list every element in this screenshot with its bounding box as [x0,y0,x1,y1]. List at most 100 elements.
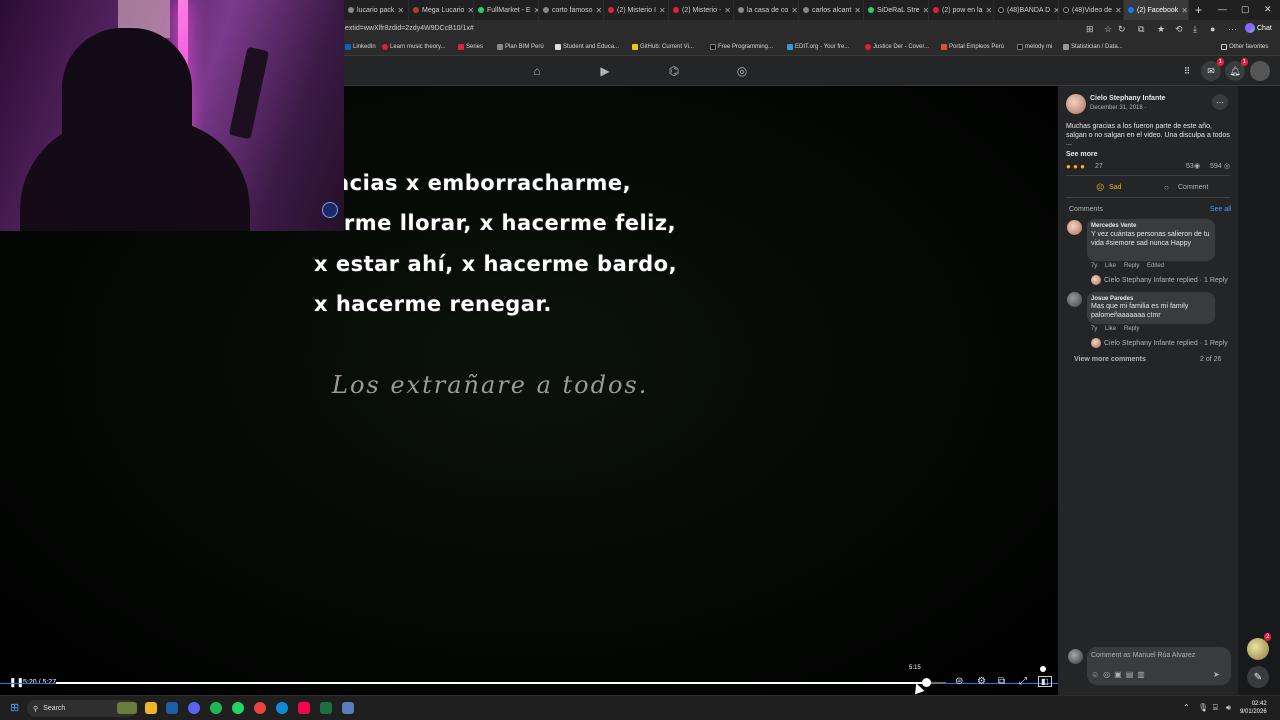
close-icon[interactable]: ✕ [659,6,666,15]
network-icon[interactable]: ⌸ [1213,703,1218,713]
profile-avatar-icon[interactable]: ● [1210,24,1215,34]
url-field[interactable]: extid=wwXlfr8zdid=2zdy4W9DCcB10/1x# [345,25,474,32]
volume-slider-knob[interactable] [1040,666,1046,672]
marketplace-icon[interactable]: ⌬ [667,64,681,78]
browser-tab[interactable]: SiDeRaL Stre ✕ [864,0,929,20]
windows-start-icon[interactable]: ⊞ [10,701,19,714]
terminal-icon[interactable] [166,702,178,714]
new-tab-icon[interactable]: + [1195,3,1202,17]
browser-tab[interactable]: la casa de co ✕ [734,0,799,20]
browser-tab[interactable]: (2) Misterio - ✕ [669,0,734,20]
discord-icon[interactable] [188,702,200,714]
bookmark-item[interactable]: GitHub: Current Vi... [632,44,694,50]
browser-tab-active[interactable]: (2) Facebook ✕ [1124,0,1189,20]
captions-icon[interactable]: ⊜ [955,676,963,687]
browser-tab[interactable]: (2) pow en la ✕ [929,0,994,20]
download-icon[interactable]: ⤓ [1193,24,1197,35]
comment-like-button[interactable]: Like [1105,263,1116,269]
refresh-icon[interactable]: ↻ [1118,24,1126,35]
history-icon[interactable]: ⟲ [1175,24,1183,35]
browser-tab[interactable]: Mega Lucario ✕ [409,0,474,20]
more-icon[interactable]: ⋯ [1228,24,1237,35]
profile-avatar[interactable] [1250,61,1270,81]
comment-button[interactable]: Comment [1178,184,1208,191]
browser-tab[interactable]: (48)Video de ✕ [1059,0,1124,20]
spotify-icon[interactable] [210,702,222,714]
sad-react-button[interactable]: Sad [1109,184,1121,191]
browser-tab[interactable]: (2) Misterio I ✕ [604,0,669,20]
bookmark-item[interactable]: Student and Educa... [555,44,619,50]
maximize-icon[interactable]: ▢ [1241,4,1250,15]
comment-reply-button[interactable]: Reply [1124,326,1139,332]
close-icon[interactable]: ✕ [397,6,404,15]
notifications-icon[interactable]: 🔔︎ 1 [1225,58,1248,81]
favorites-icon[interactable]: ★ [1157,24,1165,35]
close-icon[interactable]: ✕ [595,6,602,15]
view-more-comments-link[interactable]: View more comments [1074,356,1146,363]
close-icon[interactable]: ✕ [1181,6,1188,15]
post-date[interactable]: December 31, 2018 · [1090,105,1146,111]
bookmark-item[interactable]: Statistician / Data... [1063,44,1123,50]
taskbar-clock[interactable]: 02:42 9/01/2026 [1240,700,1267,716]
microphone-icon[interactable]: 🎙︎ [1198,703,1208,712]
replied-link[interactable]: Cielo Stephany Infante replied · 1 Reply [1104,277,1228,284]
video-progress-bar[interactable] [56,678,946,687]
comment-tools-icons[interactable]: ☺◎▣▤▥ [1091,670,1149,679]
close-icon[interactable]: ✕ [791,6,798,15]
favorite-star-icon[interactable]: ☆ [1104,24,1112,35]
excel-icon[interactable] [320,702,332,714]
picture-in-picture-icon[interactable]: ⧉ [998,676,1005,687]
reactions-icon[interactable]: ● ● ● [1066,162,1085,171]
comment-reply-button[interactable]: Reply [1124,263,1139,269]
reaction-count[interactable]: 27 [1095,163,1103,170]
reply-avatar[interactable] [1091,275,1101,285]
commenter-avatar[interactable] [1067,220,1082,235]
bookmark-item[interactable]: Free Programming... [710,44,773,50]
see-more-link[interactable]: See more [1066,151,1098,158]
comment-input-placeholder[interactable]: Comment as Manuel Rúa Alvarez [1091,652,1195,659]
minimize-icon[interactable]: — [1218,4,1227,14]
new-message-icon[interactable]: ✎ [1247,666,1269,688]
fullscreen-icon[interactable]: ⤢ [1019,676,1027,687]
copilot-chat-button[interactable]: Chat [1245,23,1272,33]
file-explorer-icon[interactable] [145,702,157,714]
post-author-avatar[interactable] [1066,94,1086,114]
home-icon[interactable]: ⌂ [530,64,544,78]
close-icon[interactable]: ✕ [985,6,992,15]
post-author-name[interactable]: Cielo Stephany Infante [1090,95,1165,102]
volume-icon[interactable]: ◧ [1038,676,1052,687]
bookmark-item[interactable]: Justice Der - Cover... [865,44,929,50]
replied-link[interactable]: Cielo Stephany Infante replied · 1 Reply [1104,340,1228,347]
window-close-icon[interactable]: ✕ [1264,4,1272,15]
news-widget-icon[interactable] [117,702,137,714]
current-user-avatar[interactable] [1068,649,1083,664]
close-icon[interactable]: ✕ [724,6,731,15]
tiktok-app-icon[interactable] [298,702,310,714]
comment-age[interactable]: 7y [1091,326,1097,332]
reply-avatar[interactable] [1091,338,1101,348]
comment-count[interactable]: 53 [1186,163,1194,170]
messenger-icon[interactable]: ✉ 1 [1201,58,1224,81]
browser-tab[interactable]: carlos alcant ✕ [799,0,864,20]
close-icon[interactable]: ✕ [467,6,473,15]
video-icon[interactable]: ▶ [598,64,612,78]
other-favorites[interactable]: Other favorites [1221,44,1268,50]
edge-icon[interactable] [276,702,288,714]
bookmark-item[interactable]: melody mi [1017,44,1052,50]
groups-icon[interactable]: ◎ [735,64,749,78]
progress-scrubber[interactable] [922,678,932,687]
comment-author[interactable]: Mercedes Vente [1091,223,1136,229]
browser-tab[interactable]: (48)BANDA D✕ [994,0,1059,20]
send-icon[interactable]: ➤ [1213,670,1220,679]
browser-tab[interactable]: lucario pack ✕ [344,0,409,20]
post-options-icon[interactable]: ⋯ [1212,94,1228,110]
close-icon[interactable]: ✕ [1115,6,1122,15]
contact-bubble-avatar[interactable] [1247,638,1269,660]
commenter-avatar[interactable] [1067,292,1082,307]
share-count[interactable]: 594 [1210,163,1222,170]
settings-gear-icon[interactable]: ⚙ [977,676,986,687]
bookmark-item[interactable]: Series [458,44,483,50]
chrome-icon[interactable] [254,702,266,714]
menu-grid-icon[interactable]: ⠿ [1177,61,1197,81]
see-all-link[interactable]: See all [1210,206,1231,213]
